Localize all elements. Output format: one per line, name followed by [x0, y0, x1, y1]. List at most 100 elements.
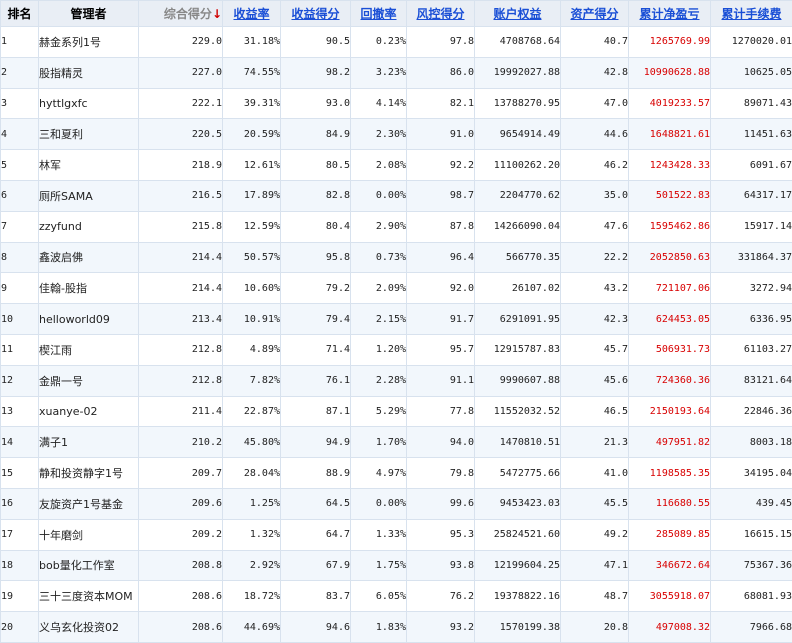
- cell-return-rate: 74.55%: [223, 57, 281, 88]
- cell-net-profit: 497008.32: [629, 612, 711, 643]
- cell-equity: 13788270.95: [475, 88, 561, 119]
- cell-asset-score: 46.5: [561, 396, 629, 427]
- cell-return-score: 87.1: [281, 396, 351, 427]
- cell-rank: 12: [1, 365, 39, 396]
- header-net-profit[interactable]: 累计净盈亏: [629, 1, 711, 27]
- cell-return-rate: 10.60%: [223, 273, 281, 304]
- cell-manager: 赫金系列1号: [39, 27, 139, 58]
- cell-fees: 61103.27: [711, 334, 792, 365]
- cell-net-profit: 116680.55: [629, 488, 711, 519]
- cell-return-score: 95.8: [281, 242, 351, 273]
- cell-drawdown: 3.23%: [351, 57, 407, 88]
- cell-return-score: 98.2: [281, 57, 351, 88]
- cell-manager: 鑫波启佛: [39, 242, 139, 273]
- cell-drawdown: 0.73%: [351, 242, 407, 273]
- cell-composite-score: 210.2: [139, 427, 223, 458]
- cell-return-rate: 39.31%: [223, 88, 281, 119]
- header-asset-score[interactable]: 资产得分: [561, 1, 629, 27]
- cell-fees: 16615.15: [711, 519, 792, 550]
- cell-risk-score: 95.7: [407, 334, 475, 365]
- cell-risk-score: 93.8: [407, 550, 475, 581]
- cell-drawdown: 2.15%: [351, 304, 407, 335]
- cell-rank: 4: [1, 119, 39, 150]
- cell-composite-score: 208.8: [139, 550, 223, 581]
- table-row: 16友旋资产1号基金209.61.25%64.50.00%99.69453423…: [1, 488, 792, 519]
- cell-rank: 10: [1, 304, 39, 335]
- cell-manager: 十年磨剑: [39, 519, 139, 550]
- cell-composite-score: 218.9: [139, 150, 223, 181]
- cell-net-profit: 501522.83: [629, 180, 711, 211]
- cell-manager: 楔江雨: [39, 334, 139, 365]
- cell-manager: bob量化工作室: [39, 550, 139, 581]
- cell-asset-score: 47.6: [561, 211, 629, 242]
- header-return-score[interactable]: 收益得分: [281, 1, 351, 27]
- cell-rank: 16: [1, 488, 39, 519]
- cell-equity: 26107.02: [475, 273, 561, 304]
- cell-composite-score: 208.6: [139, 581, 223, 612]
- cell-equity: 14266090.04: [475, 211, 561, 242]
- cell-risk-score: 94.0: [407, 427, 475, 458]
- cell-equity: 2204770.62: [475, 180, 561, 211]
- cell-manager: 股指精灵: [39, 57, 139, 88]
- cell-fees: 64317.17: [711, 180, 792, 211]
- cell-fees: 11451.63: [711, 119, 792, 150]
- cell-risk-score: 77.8: [407, 396, 475, 427]
- table-row: 12金鼎一号212.87.82%76.12.28%91.19990607.884…: [1, 365, 792, 396]
- cell-return-score: 88.9: [281, 458, 351, 489]
- cell-drawdown: 2.28%: [351, 365, 407, 396]
- cell-manager: 金鼎一号: [39, 365, 139, 396]
- cell-net-profit: 10990628.88: [629, 57, 711, 88]
- cell-equity: 5472775.66: [475, 458, 561, 489]
- cell-manager: hyttlgxfc: [39, 88, 139, 119]
- header-return-rate[interactable]: 收益率: [223, 1, 281, 27]
- cell-manager: 厕所SAMA: [39, 180, 139, 211]
- cell-asset-score: 48.7: [561, 581, 629, 612]
- header-composite-score[interactable]: 综合得分↓: [139, 1, 223, 27]
- cell-composite-score: 227.0: [139, 57, 223, 88]
- cell-equity: 9990607.88: [475, 365, 561, 396]
- cell-manager: 静和投资静字1号: [39, 458, 139, 489]
- cell-rank: 11: [1, 334, 39, 365]
- cell-rank: 18: [1, 550, 39, 581]
- header-drawdown[interactable]: 回撤率: [351, 1, 407, 27]
- cell-return-score: 71.4: [281, 334, 351, 365]
- header-risk-score[interactable]: 风控得分: [407, 1, 475, 27]
- cell-asset-score: 45.5: [561, 488, 629, 519]
- table-body: 1赫金系列1号229.031.18%90.50.23%97.84708768.6…: [1, 27, 792, 643]
- ranking-table: 排名 管理者 综合得分↓ 收益率 收益得分 回撤率 风控得分 账户权益 资产得分…: [0, 0, 792, 643]
- cell-fees: 6091.67: [711, 150, 792, 181]
- cell-net-profit: 1595462.86: [629, 211, 711, 242]
- cell-return-rate: 12.61%: [223, 150, 281, 181]
- cell-rank: 13: [1, 396, 39, 427]
- cell-return-rate: 20.59%: [223, 119, 281, 150]
- table-row: 14满子1210.245.80%94.91.70%94.01470810.512…: [1, 427, 792, 458]
- cell-composite-score: 214.4: [139, 273, 223, 304]
- table-row: 20义乌玄化投资02208.644.69%94.61.83%93.2157019…: [1, 612, 792, 643]
- cell-net-profit: 1243428.33: [629, 150, 711, 181]
- cell-return-rate: 17.89%: [223, 180, 281, 211]
- header-equity[interactable]: 账户权益: [475, 1, 561, 27]
- cell-return-rate: 18.72%: [223, 581, 281, 612]
- cell-asset-score: 41.0: [561, 458, 629, 489]
- cell-return-score: 90.5: [281, 27, 351, 58]
- cell-return-rate: 44.69%: [223, 612, 281, 643]
- header-fees[interactable]: 累计手续费: [711, 1, 792, 27]
- cell-return-score: 67.9: [281, 550, 351, 581]
- cell-fees: 439.45: [711, 488, 792, 519]
- cell-asset-score: 42.3: [561, 304, 629, 335]
- cell-asset-score: 44.6: [561, 119, 629, 150]
- cell-drawdown: 0.23%: [351, 27, 407, 58]
- cell-return-score: 80.4: [281, 211, 351, 242]
- cell-equity: 25824521.60: [475, 519, 561, 550]
- cell-rank: 15: [1, 458, 39, 489]
- cell-fees: 331864.37: [711, 242, 792, 273]
- cell-composite-score: 209.7: [139, 458, 223, 489]
- cell-manager: 佳翰-股指: [39, 273, 139, 304]
- cell-equity: 9453423.03: [475, 488, 561, 519]
- cell-drawdown: 2.90%: [351, 211, 407, 242]
- cell-composite-score: 212.8: [139, 334, 223, 365]
- cell-asset-score: 46.2: [561, 150, 629, 181]
- cell-risk-score: 76.2: [407, 581, 475, 612]
- cell-return-rate: 1.25%: [223, 488, 281, 519]
- cell-equity: 11100262.20: [475, 150, 561, 181]
